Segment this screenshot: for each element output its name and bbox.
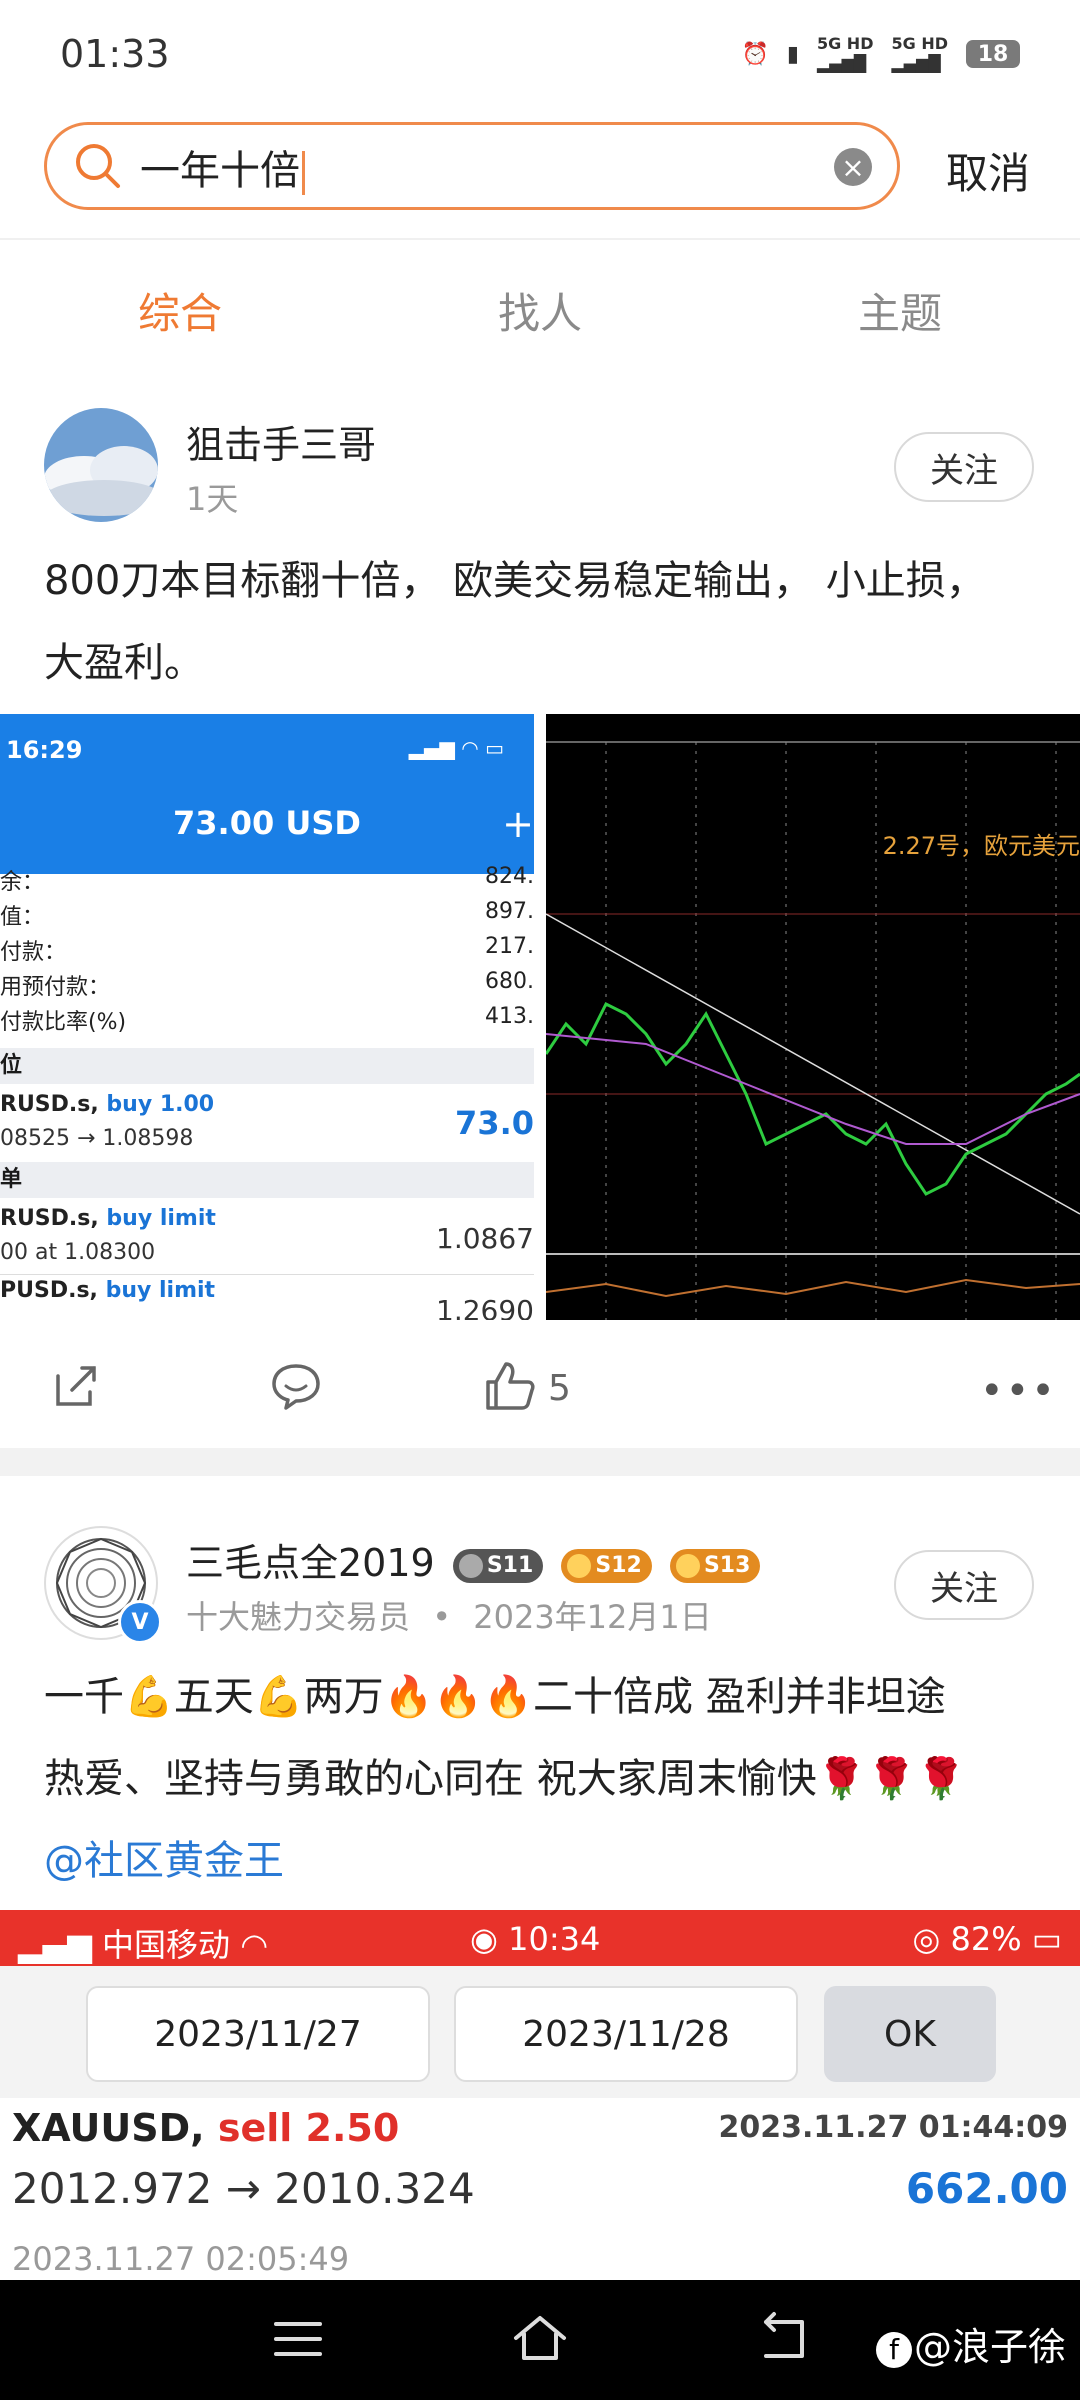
image-open-time: 2023.11.27 01:44:09: [718, 2110, 1068, 2145]
user-title-tag: 十大魅力交易员: [186, 1598, 411, 1636]
post-time: 1天: [186, 480, 239, 518]
cancel-button[interactable]: 取消: [946, 140, 1030, 201]
divider: [0, 238, 1080, 240]
post-image-account[interactable]: 16:29 ▂▄▆ ◠ ▭ 73.00 USD + 余： 824. 值： 897. …: [0, 714, 534, 1320]
status-icons: ⏰ ▮ 5G HD ▂▄▆█ 5G HD ▂▄▆█ 18: [741, 34, 1020, 74]
post-date: 2023年12月1日: [473, 1598, 712, 1636]
image-order1-price: 1.0867: [436, 1222, 534, 1255]
more-icon[interactable]: •••: [980, 1368, 1057, 1414]
tab-people[interactable]: 找人: [360, 280, 720, 341]
image-battery: ◎ 82% ▭: [912, 1920, 1062, 1958]
post-text: 800刀本目标翻十倍， 欧美交易稳定输出， 小止损，大盈利。: [44, 558, 986, 686]
mention-link[interactable]: @社区黄金王: [44, 1828, 284, 1886]
signal-1-icon: 5G HD ▂▄▆█: [816, 34, 874, 73]
status-time: 01:33: [60, 32, 170, 76]
plus-icon: +: [502, 802, 534, 846]
alarm-icon: ⏰: [741, 41, 769, 67]
image-order2-symbol: PUSD.s, buy limit: [0, 1278, 216, 1303]
post-meta: 十大魅力交易员 • 2023年12月1日: [186, 1598, 712, 1636]
tab-comprehensive[interactable]: 综合: [0, 280, 360, 341]
vibrate-icon: ▮: [786, 41, 799, 67]
clear-icon[interactable]: ×: [834, 148, 872, 186]
level-badge-s13: S13: [669, 1548, 761, 1583]
follow-button[interactable]: 关注: [894, 1550, 1034, 1620]
post-divider: [0, 1448, 1080, 1476]
image-position-price: 08525 → 1.08598: [0, 1126, 194, 1151]
share-icon[interactable]: [48, 1358, 104, 1414]
user-name[interactable]: 三毛点全2019: [186, 1541, 435, 1585]
watermark-logo-icon: f: [876, 2331, 912, 2368]
search-query[interactable]: 一年十倍: [140, 138, 305, 196]
image-date-from: 2023/11/27: [86, 1986, 430, 2082]
like-icon[interactable]: [482, 1358, 538, 1414]
image-order2-price: 1.2690: [436, 1294, 534, 1320]
avatar[interactable]: [44, 408, 158, 522]
post-image-history[interactable]: ▂▄▆ 中国移动 ◠ ◉ 10:34 ◎ 82% ▭ 2023/11/27 20…: [0, 1910, 1080, 2280]
image-position-symbol: RUSD.s, buy 1.00: [0, 1092, 215, 1117]
user-name-row[interactable]: 三毛点全2019 S11 S12 S13: [186, 1532, 761, 1587]
image-close-time: 2023.11.27 02:05:49: [12, 2240, 350, 2278]
image-position-profit: 73.0: [455, 1104, 534, 1142]
post-text-line1: 一千💪五天💪两万🔥🔥🔥二十倍成 盈利并非坦途: [44, 1674, 946, 1720]
search-icon: [76, 144, 120, 188]
image-carrier: ▂▄▆ 中国移动 ◠: [18, 1926, 269, 1964]
back-icon[interactable]: [754, 2310, 810, 2366]
menu-icon[interactable]: [270, 2316, 326, 2362]
tab-topics[interactable]: 主题: [720, 280, 1080, 341]
price-chart: [546, 714, 1080, 1320]
follow-button[interactable]: 关注: [894, 432, 1034, 502]
home-icon[interactable]: [510, 2310, 570, 2366]
level-badge-s12: S12: [561, 1548, 652, 1583]
image-balance: 73.00 USD: [173, 804, 361, 842]
user-name[interactable]: 狙击手三哥: [186, 414, 376, 469]
image-section-orders: 单: [0, 1162, 534, 1198]
post-text-line2: 热爱、坚持与勇敢的心同在 祝大家周末愉快🌹🌹🌹: [44, 1756, 967, 1802]
chart-annotation: 2.27号，欧元美元: [882, 832, 1080, 860]
comment-icon[interactable]: [268, 1358, 324, 1414]
battery-icon: 18: [966, 40, 1020, 68]
level-badge-s11: S11: [452, 1548, 544, 1583]
image-status-icons: ▂▄▆ ◠ ▭: [408, 736, 504, 760]
image-date-to: 2023/11/28: [454, 1986, 798, 2082]
image-trade-symbol: XAUUSD, sell 2.50: [12, 2106, 400, 2150]
image-trade-prices: 2012.972 → 2010.324: [12, 2164, 475, 2213]
watermark: f @浪子徐: [876, 2316, 1066, 2371]
like-count: 5: [548, 1368, 571, 1409]
image-time: ◉ 10:34: [470, 1920, 601, 1958]
image-ok: OK: [824, 1986, 996, 2082]
image-order1-detail: 00 at 1.08300: [0, 1240, 156, 1265]
post-image-chart[interactable]: 2.27号，欧元美元: [546, 714, 1080, 1320]
signal-2-icon: 5G HD ▂▄▆█: [891, 34, 948, 73]
image-trade-profit: 662.00: [905, 2164, 1068, 2213]
image-section-positions: 位: [0, 1048, 534, 1084]
image-account-rows: 余： 824. 值： 897. 付款： 217. 用预付款： 680. 付款比率(%) 4…: [0, 864, 534, 1035]
verified-icon: V: [118, 1600, 162, 1644]
image-time: 16:29: [6, 736, 83, 764]
image-order1-symbol: RUSD.s, buy limit: [0, 1206, 216, 1231]
